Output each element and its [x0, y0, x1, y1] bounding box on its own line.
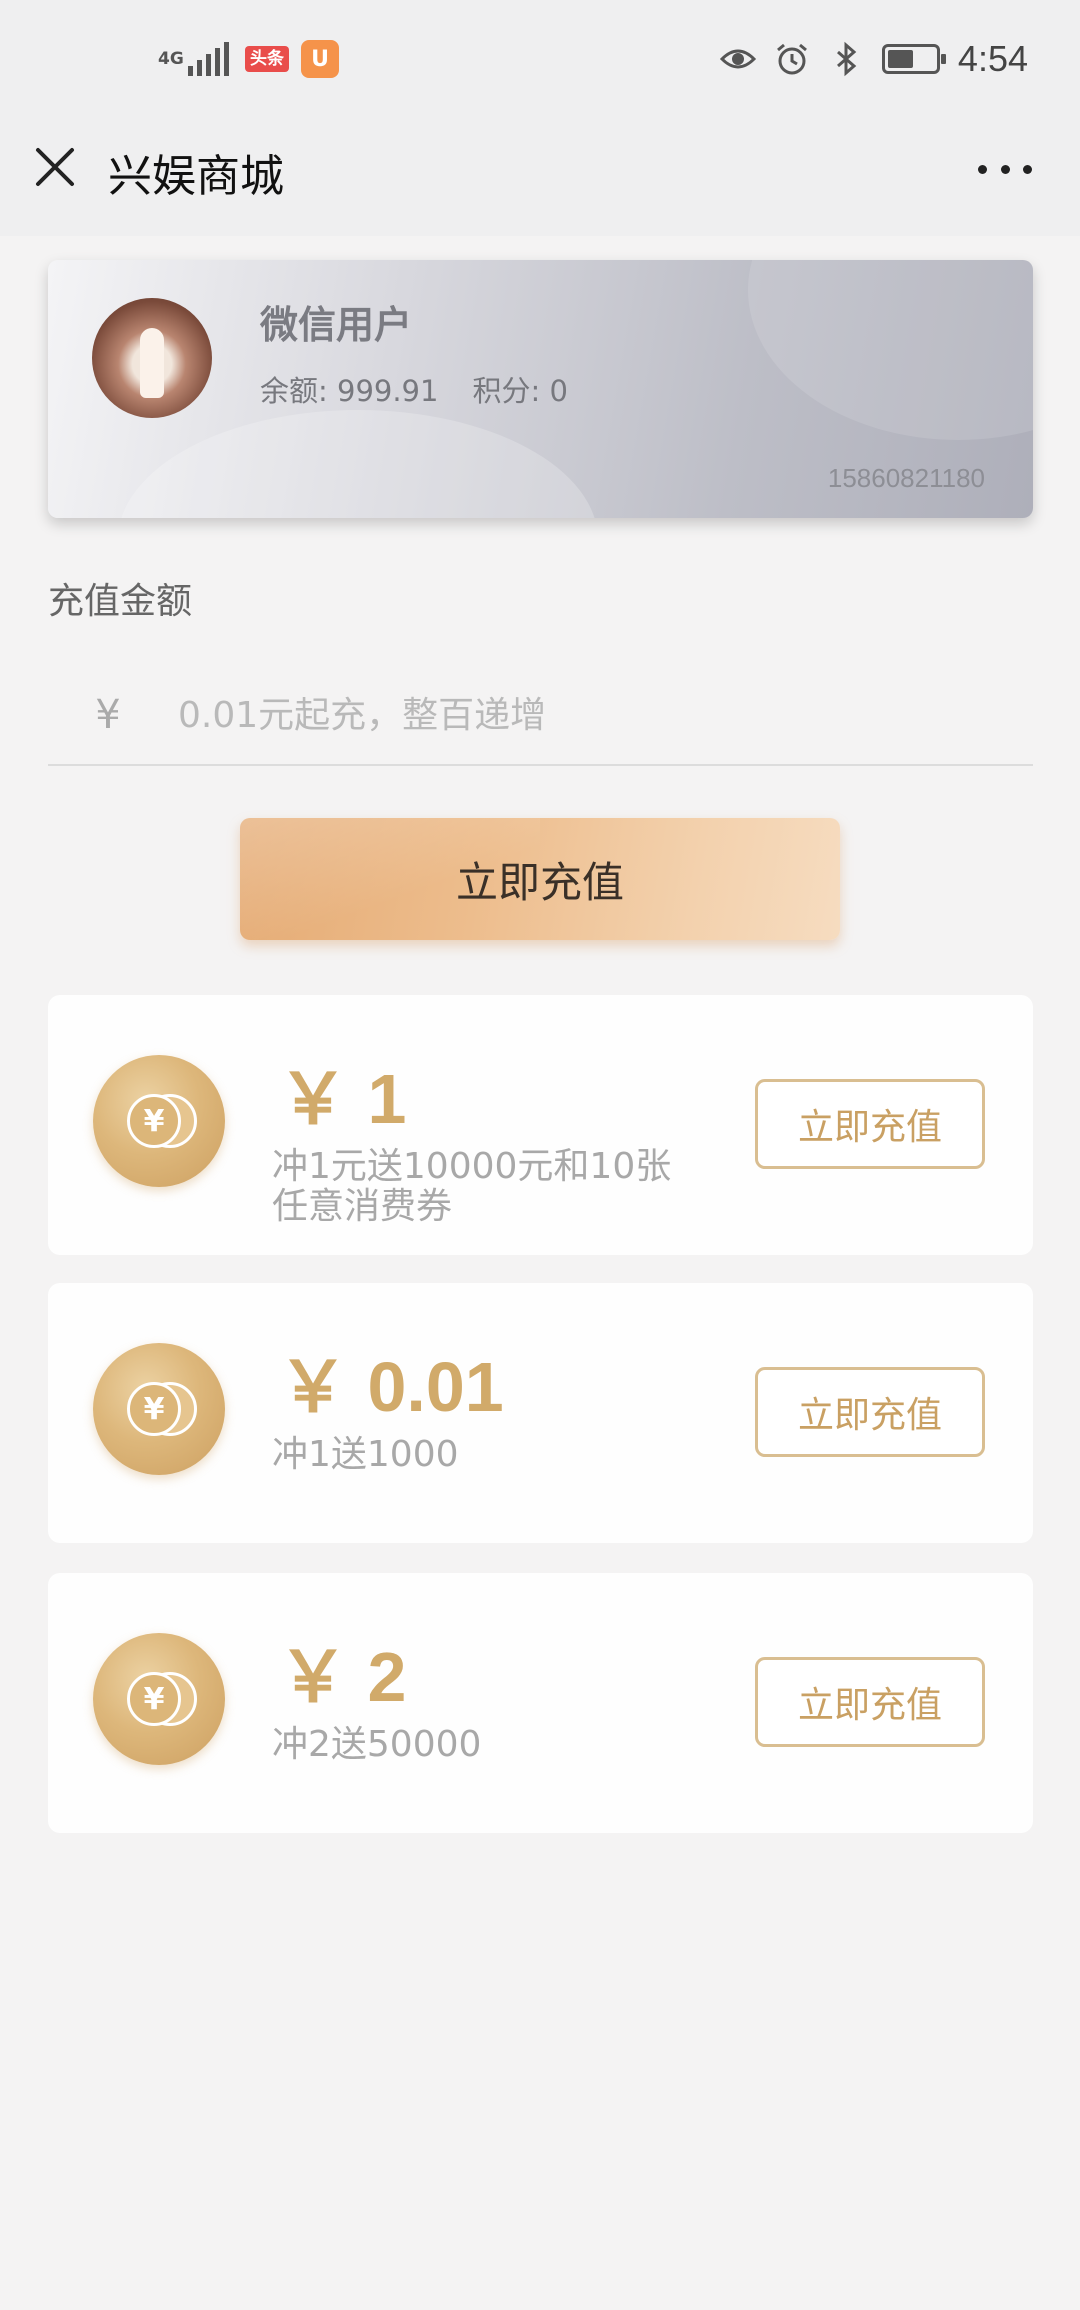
recharge-now-button[interactable]: 立即充值 — [240, 818, 840, 940]
recharge-amount-label: 充值金额 — [48, 581, 193, 622]
offer-card: ¥ ￥ 0.01 冲1送1000 立即充值 — [48, 1283, 1033, 1543]
status-bar: 4G 头条 U 4:54 — [0, 0, 1080, 120]
points-text: 积分: 0 — [472, 374, 568, 408]
page-title: 兴娱商城 — [108, 151, 284, 202]
coin-icon: ¥ — [93, 1633, 225, 1765]
user-name: 微信用户 — [260, 303, 413, 347]
balance-text: 余额: 999.91 — [260, 374, 439, 408]
offer-recharge-button[interactable]: 立即充值 — [755, 1367, 985, 1457]
network-type: 4G — [158, 49, 184, 69]
card-decoration — [118, 410, 598, 518]
member-card: 微信用户 余额: 999.91 积分: 0 15860821180 — [48, 260, 1033, 518]
coin-icon: ¥ — [93, 1055, 225, 1187]
avatar — [92, 298, 212, 418]
recharge-now-label: 立即充值 — [455, 857, 624, 907]
status-right: 4:54 — [719, 38, 1028, 80]
clock: 4:54 — [957, 38, 1028, 79]
signal-icon — [188, 42, 229, 76]
coin-icon: ¥ — [93, 1343, 225, 1475]
offer-card: ¥ ￥ 2 冲2送50000 立即充值 — [48, 1573, 1033, 1833]
nav-bar: 兴娱商城 — [0, 120, 1080, 236]
news-app-icon: 头条 — [245, 46, 289, 72]
card-decoration — [748, 260, 1033, 440]
status-left: 4G 头条 U — [158, 40, 339, 78]
offer-price: ￥ 2 — [278, 1638, 407, 1716]
phone-number: 15860821180 — [827, 463, 985, 493]
account-stats: 余额: 999.91 积分: 0 — [260, 368, 568, 410]
more-icon[interactable] — [970, 144, 1040, 194]
amount-field-row: ¥ — [48, 666, 1033, 766]
eye-icon — [719, 41, 756, 77]
amount-input[interactable] — [178, 694, 1033, 736]
battery-icon — [881, 44, 946, 74]
offer-recharge-button[interactable]: 立即充值 — [755, 1657, 985, 1747]
alarm-icon — [774, 41, 810, 77]
offer-card: ¥ ￥ 1 冲1元送10000元和10张任意消费券 立即充值 — [48, 995, 1033, 1255]
offer-description: 冲2送50000 — [272, 1724, 482, 1765]
bluetooth-icon — [828, 41, 864, 77]
offer-price: ￥ 0.01 — [278, 1348, 504, 1426]
browser-app-icon: U — [301, 40, 339, 78]
offer-price: ￥ 1 — [278, 1060, 407, 1138]
offer-recharge-button[interactable]: 立即充值 — [755, 1079, 985, 1169]
close-icon[interactable] — [30, 142, 80, 192]
offer-description: 冲1送1000 — [272, 1434, 459, 1475]
offer-description: 冲1元送10000元和10张任意消费券 — [272, 1146, 672, 1227]
battery-level — [887, 50, 914, 68]
currency-symbol: ¥ — [95, 692, 121, 738]
